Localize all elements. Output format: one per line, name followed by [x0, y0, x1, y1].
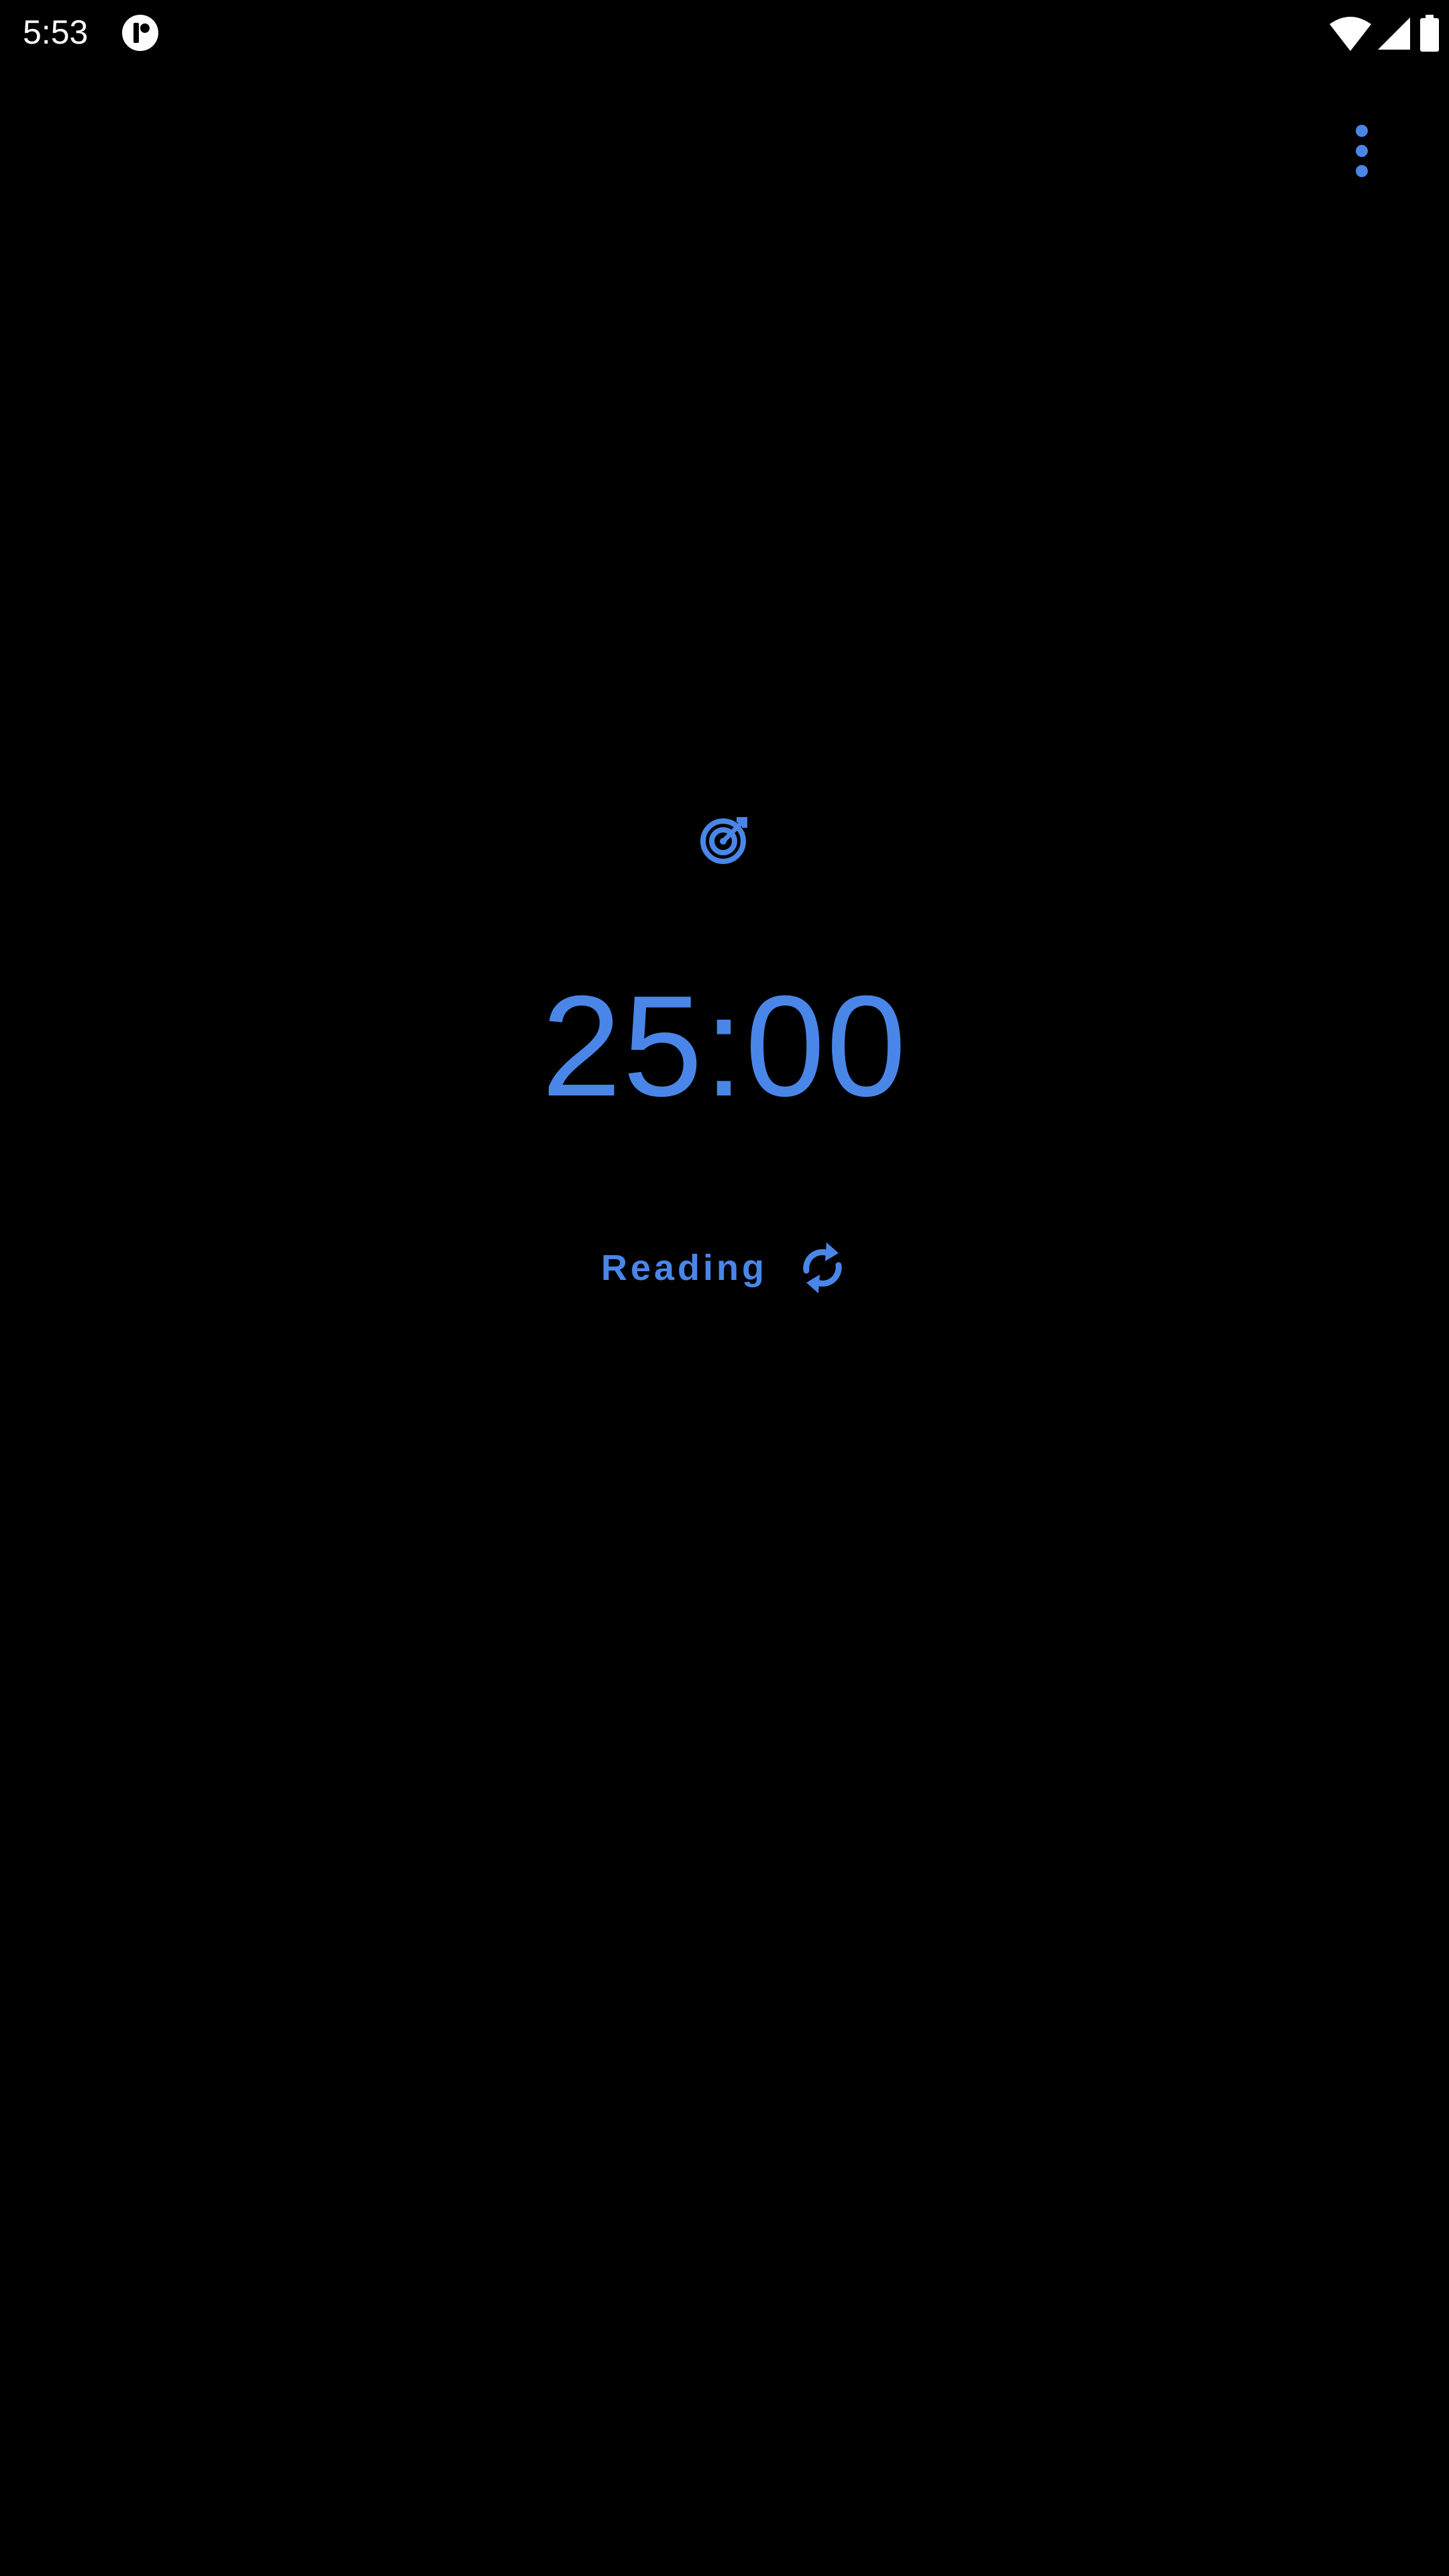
- more-options-button[interactable]: [1328, 107, 1395, 195]
- app-notification-icon: [122, 15, 158, 51]
- label-select-button[interactable]: Reading: [601, 1240, 848, 1296]
- status-bar: 5:53: [0, 0, 1449, 64]
- timer-label: Reading: [600, 1248, 768, 1288]
- label-row: Reading: [0, 1234, 1449, 1301]
- signal-icon: [1378, 17, 1410, 50]
- cycle-icon: [803, 1242, 842, 1293]
- wifi-icon: [1330, 17, 1371, 51]
- battery-icon: [1420, 15, 1439, 52]
- timer-display[interactable]: 25:00: [0, 966, 1449, 1127]
- target-icon[interactable]: [698, 813, 751, 867]
- status-time: 5:53: [23, 13, 89, 51]
- more-vert-icon: [1356, 125, 1368, 177]
